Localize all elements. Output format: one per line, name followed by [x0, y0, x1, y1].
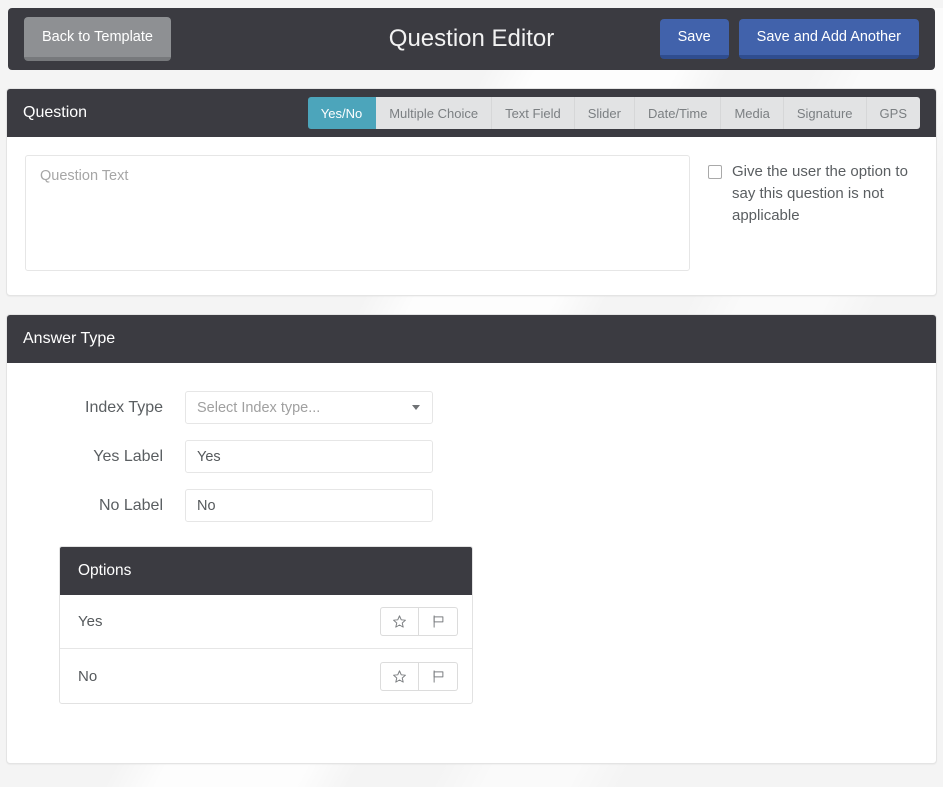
option-label: No: [78, 667, 98, 685]
no-label-label: No Label: [98, 496, 163, 514]
index-type-label: Index Type: [85, 398, 163, 416]
flag-outline-icon[interactable]: [419, 661, 458, 691]
star-outline-icon[interactable]: [380, 661, 419, 691]
not-applicable-checkbox[interactable]: [708, 165, 722, 179]
page-root: Back to Template Question Editor Save Sa…: [0, 8, 943, 764]
tab-slider[interactable]: Slider: [574, 97, 635, 129]
yes-label-input[interactable]: [185, 440, 433, 473]
options-card-title: Options: [60, 547, 472, 595]
no-label-input[interactable]: [185, 489, 433, 522]
option-row-yes: Yes: [60, 595, 472, 649]
tab-date-time[interactable]: Date/Time: [634, 97, 722, 129]
answer-type-panel: Answer Type Index Type Select Index type…: [6, 314, 937, 764]
index-type-selected-value: Select Index type...: [197, 399, 321, 416]
answer-type-panel-header: Answer Type: [7, 315, 936, 363]
answer-type-panel-title: Answer Type: [23, 330, 116, 347]
option-row-no: No: [60, 649, 472, 703]
not-applicable-label: Give the user the option to say this que…: [732, 163, 908, 224]
not-applicable-option[interactable]: Give the user the option to say this que…: [708, 155, 918, 271]
chevron-down-icon: [412, 405, 420, 410]
index-type-row: Index Type Select Index type...: [25, 391, 918, 424]
question-panel-header: Question Yes/No Multiple Choice Text Fie…: [7, 89, 936, 137]
tab-gps[interactable]: GPS: [866, 97, 920, 129]
no-label-row: No Label: [25, 489, 918, 522]
question-text-input[interactable]: [25, 155, 690, 271]
tab-text-field[interactable]: Text Field: [492, 97, 575, 129]
tab-media[interactable]: Media: [721, 97, 784, 129]
question-panel-body: Give the user the option to say this que…: [7, 137, 936, 295]
back-to-template-button[interactable]: Back to Template: [24, 17, 171, 61]
save-button[interactable]: Save: [659, 19, 729, 59]
question-type-tabs: Yes/No Multiple Choice Text Field Slider…: [307, 89, 920, 137]
question-panel-title: Question: [23, 104, 88, 121]
index-type-select[interactable]: Select Index type...: [185, 391, 433, 424]
option-actions: [380, 607, 458, 636]
star-outline-icon[interactable]: [380, 607, 419, 636]
tab-yes-no[interactable]: Yes/No: [307, 97, 377, 129]
option-label: Yes: [78, 613, 103, 630]
option-actions: [380, 661, 458, 691]
tab-multiple-choice[interactable]: Multiple Choice: [376, 97, 493, 129]
answer-type-panel-body: Index Type Select Index type... Yes Labe…: [7, 363, 936, 763]
flag-outline-icon[interactable]: [419, 607, 458, 636]
tab-signature[interactable]: Signature: [783, 97, 867, 129]
yes-label-label: Yes Label: [93, 447, 163, 465]
question-panel: Question Yes/No Multiple Choice Text Fie…: [6, 88, 937, 296]
top-toolbar: Back to Template Question Editor Save Sa…: [8, 8, 935, 70]
toolbar-actions: Save Save and Add Another: [659, 19, 923, 59]
yes-label-row: Yes Label: [25, 440, 918, 473]
save-and-add-another-button[interactable]: Save and Add Another: [738, 19, 919, 59]
options-card: Options Yes No: [59, 546, 473, 704]
